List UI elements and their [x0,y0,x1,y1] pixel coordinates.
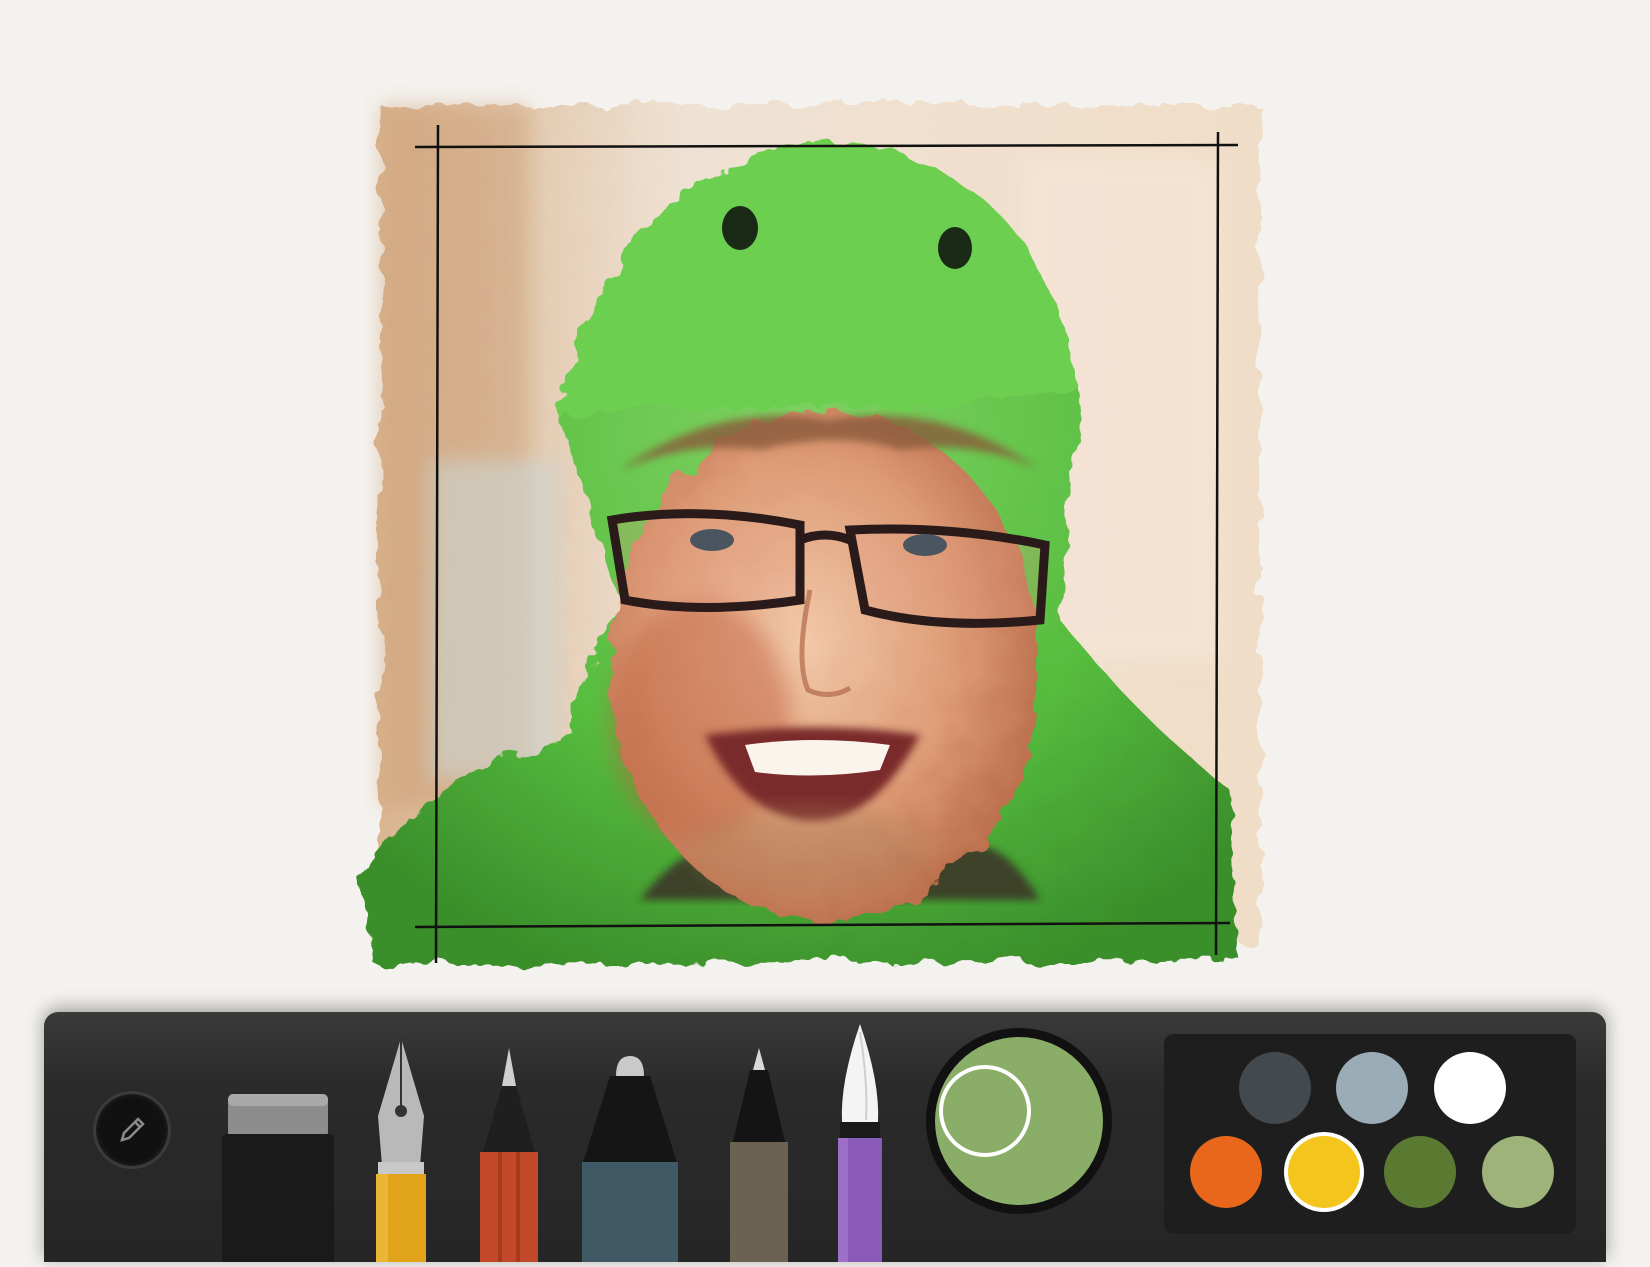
current-color-circle [935,1037,1103,1205]
eraser-icon [222,1094,334,1264]
tool-toggle-button[interactable] [96,1094,168,1166]
swatch-dark-green[interactable] [1384,1136,1456,1208]
color-palette [1164,1034,1576,1234]
drawing-canvas[interactable] [0,0,1650,1000]
marker-tool[interactable] [580,1056,680,1264]
watercolor-brush-icon [838,1024,882,1264]
swatch-blue-gray[interactable] [1336,1052,1408,1124]
portrait-artwork [360,105,1260,965]
pencil-edit-icon [120,1117,145,1142]
swatch-white[interactable] [1434,1052,1506,1124]
pencil-tool[interactable] [478,1046,540,1264]
outline-pen-icon [730,1048,788,1264]
pencil-icon [480,1048,538,1264]
outline-pen-tool[interactable] [728,1046,790,1264]
mixer-ring-icon [939,1065,1031,1157]
color-mixer-button[interactable] [926,1028,1112,1214]
swatch-orange[interactable] [1190,1136,1262,1208]
eraser-tool[interactable] [222,1092,334,1264]
swatch-dark-gray[interactable] [1239,1052,1311,1124]
fountain-pen-icon [376,1038,426,1264]
marker-icon [582,1056,678,1264]
fountain-pen-tool[interactable] [374,1036,428,1264]
tool-tray [44,1012,1606,1264]
watercolor-brush-tool[interactable] [834,1022,886,1264]
swatch-yellow[interactable] [1288,1136,1360,1208]
swatch-sage-green[interactable] [1482,1136,1554,1208]
